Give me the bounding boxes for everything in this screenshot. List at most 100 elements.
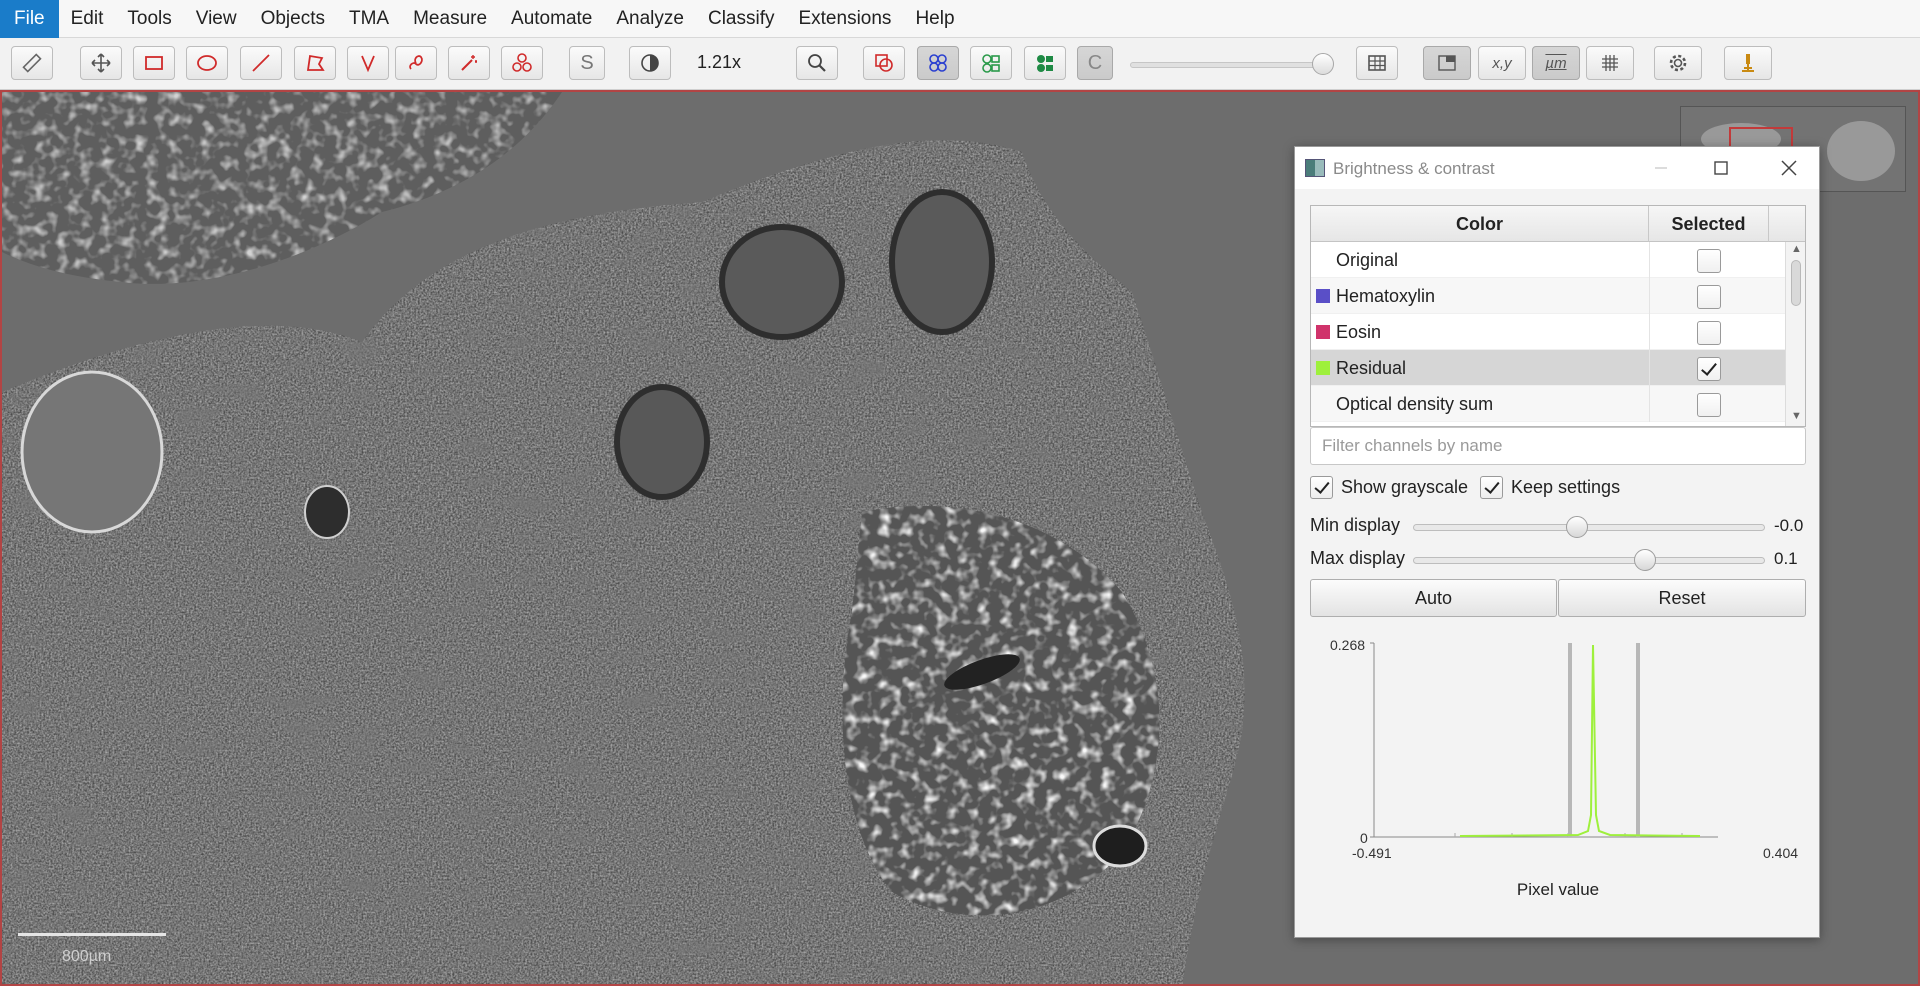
min-display-value: -0.0 (1774, 516, 1804, 535)
grid-icon (1602, 55, 1618, 71)
channel-name: Original (1336, 250, 1399, 270)
ruler-button[interactable] (11, 46, 53, 80)
overlay-opacity-thumb[interactable] (1312, 53, 1334, 75)
menu-view[interactable]: View (184, 0, 249, 38)
close-button[interactable] (1775, 155, 1803, 181)
show-pixel-classification-button[interactable]: C (1077, 46, 1113, 80)
points-tool-button[interactable] (501, 46, 543, 80)
scalebar-label: 800µm (62, 948, 112, 965)
scroll-up-icon[interactable]: ▲ (1791, 243, 1802, 255)
overlay-opacity-slider[interactable] (1130, 62, 1328, 68)
polygon-icon (306, 54, 325, 71)
menu-measure[interactable]: Measure (401, 0, 499, 38)
show-grayscale-checkbox[interactable] (1310, 475, 1333, 499)
fill-detections-button[interactable] (1024, 46, 1066, 80)
measurement-table-button[interactable] (1356, 46, 1398, 80)
channel-row-residual[interactable]: Residual (1311, 350, 1785, 386)
menu-extensions[interactable]: Extensions (786, 0, 903, 38)
table-header: Color Selected (1311, 206, 1805, 242)
show-detections-button[interactable] (970, 46, 1012, 80)
overview-button[interactable] (1423, 46, 1471, 80)
coordinates-icon: x,y (1492, 54, 1512, 72)
menu-automate[interactable]: Automate (499, 0, 604, 38)
show-tma-grid-icon (929, 54, 947, 72)
keep-settings-option[interactable]: Keep settings (1480, 473, 1620, 501)
max-display-slider[interactable] (1413, 557, 1765, 564)
channel-selected-checkbox[interactable] (1697, 285, 1721, 309)
grid-button[interactable] (1586, 46, 1634, 80)
x-max-label: 0.404 (1763, 845, 1799, 861)
menu-analyze[interactable]: Analyze (604, 0, 696, 38)
settings-icon (1669, 54, 1687, 72)
menu-file[interactable]: File (0, 0, 59, 38)
dialog-title: Brightness & contrast (1333, 159, 1495, 178)
polygon-tool-button[interactable] (294, 46, 336, 80)
polyline-tool-button[interactable] (347, 46, 389, 80)
scroll-down-icon[interactable]: ▼ (1791, 410, 1802, 422)
rectangle-tool-button[interactable] (133, 46, 175, 80)
microscope-button[interactable] (1724, 46, 1772, 80)
show-tma-grid-button[interactable] (917, 46, 959, 80)
menu-classify[interactable]: Classify (696, 0, 787, 38)
table-scrollbar[interactable]: ▲ ▼ (1785, 242, 1805, 426)
zoom-to-fit-button[interactable] (796, 46, 838, 80)
overview-icon (1438, 55, 1456, 71)
filter-channels-input[interactable] (1310, 427, 1806, 465)
channel-selected-checkbox[interactable] (1697, 321, 1721, 345)
channel-row-eosin[interactable]: Eosin (1311, 314, 1785, 350)
show-annotations-button[interactable] (863, 46, 905, 80)
channel-name: Optical density sum (1336, 394, 1494, 414)
line-tool-button[interactable] (240, 46, 282, 80)
keep-settings-label: Keep settings (1511, 476, 1621, 497)
max-display-thumb[interactable] (1634, 549, 1656, 571)
reset-button[interactable]: Reset (1558, 579, 1806, 617)
settings-button[interactable] (1654, 46, 1702, 80)
brightness-contrast-button[interactable] (629, 46, 671, 80)
menu-bar: File Edit Tools View Objects TMA Measure… (0, 0, 1920, 38)
channel-selected-checkbox[interactable] (1697, 249, 1721, 273)
move-button[interactable] (80, 46, 122, 80)
minimize-button[interactable] (1647, 155, 1675, 181)
maximize-button[interactable] (1707, 155, 1735, 181)
histogram: 0.268 0 -0.491 0.404 Pixel value (1310, 633, 1806, 923)
histogram-curve (1459, 644, 1701, 837)
menu-edit[interactable]: Edit (59, 0, 116, 38)
show-grayscale-option[interactable]: Show grayscale (1310, 473, 1468, 501)
min-display-marker (1568, 643, 1572, 837)
show-detections-icon (982, 54, 1000, 73)
rectangle-icon (145, 56, 163, 70)
channel-name: Residual (1336, 358, 1407, 378)
ellipse-tool-button[interactable] (186, 46, 228, 80)
menu-help[interactable]: Help (903, 0, 966, 38)
zoom-level: 1.21x (697, 52, 742, 72)
scalebar-button[interactable]: µm (1532, 46, 1580, 80)
max-display-marker (1636, 643, 1640, 837)
menu-tma[interactable]: TMA (337, 0, 401, 38)
channel-row-optical-density-sum[interactable]: Optical density sum (1311, 386, 1785, 422)
dialog-titlebar[interactable]: Brightness & contrast (1295, 147, 1819, 189)
channel-row-original[interactable]: Original (1311, 242, 1785, 278)
menu-tools[interactable]: Tools (115, 0, 183, 38)
scalebar (18, 933, 166, 936)
coordinates-button[interactable]: x,y (1478, 46, 1526, 80)
auto-button[interactable]: Auto (1310, 579, 1557, 617)
keep-settings-checkbox[interactable] (1480, 475, 1503, 499)
channel-row-hematoxylin[interactable]: Hematoxylin (1311, 278, 1785, 314)
channel-table: Color Selected Original Hematoxylin Eosi… (1310, 205, 1806, 427)
wand-icon (461, 55, 477, 71)
cell-divider (1649, 278, 1650, 314)
column-header-selected[interactable]: Selected (1649, 206, 1769, 242)
wand-tool-button[interactable] (448, 46, 490, 80)
column-header-color[interactable]: Color (1311, 206, 1649, 242)
min-display-slider[interactable] (1413, 524, 1765, 531)
channel-selected-checkbox[interactable] (1697, 357, 1721, 381)
brush-tool-button[interactable] (395, 46, 437, 80)
channel-selected-checkbox[interactable] (1697, 393, 1721, 417)
channel-name: Hematoxylin (1336, 286, 1436, 306)
microscope-icon (1742, 54, 1754, 72)
scrollbar-thumb[interactable] (1791, 260, 1801, 306)
min-display-thumb[interactable] (1566, 516, 1588, 538)
ruler-icon (22, 53, 42, 73)
menu-objects[interactable]: Objects (249, 0, 337, 38)
selection-mode-button[interactable]: S (569, 46, 605, 80)
